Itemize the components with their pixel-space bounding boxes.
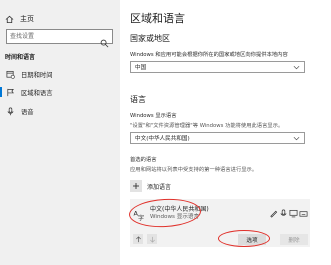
nav-home-label: 主页 — [20, 15, 34, 23]
language-glyph-icon: A字 — [133, 206, 145, 223]
speech-feature-icon — [279, 203, 288, 216]
sidebar-item-label: 日期和时间 — [21, 71, 53, 79]
sidebar-item-date-time[interactable]: 日期和时间 — [0, 66, 120, 82]
move-down-button[interactable] — [147, 234, 157, 244]
move-up-button[interactable] — [133, 234, 143, 244]
home-icon — [4, 14, 14, 24]
keyboard-icon — [299, 203, 308, 217]
sidebar-item-speech[interactable]: 语音 — [0, 103, 120, 119]
chevron-down-icon — [293, 64, 300, 71]
sidebar-item-label: 区域和语言 — [21, 89, 53, 97]
microphone-icon — [5, 106, 15, 116]
add-language-button[interactable]: 添加语言 — [130, 179, 305, 193]
arrow-down-icon — [149, 236, 155, 243]
country-select-value: 中国 — [135, 65, 147, 71]
options-button[interactable]: 选项 — [238, 234, 266, 245]
display-language-description: "设置"和"文件资源管理器"等 Windows 功能将使用此语言显示。 — [130, 123, 284, 129]
search-input[interactable] — [10, 30, 100, 43]
sidebar-item-label: 语音 — [21, 108, 34, 116]
preferred-languages-description: 应用和网站将以列表中受支持的第一种语言进行显示。 — [130, 167, 258, 173]
svg-text:字: 字 — [138, 214, 144, 221]
nav-home[interactable]: 主页 — [4, 12, 34, 26]
region-icon — [5, 87, 15, 97]
language-list-item[interactable]: A字 中文(中华人民共和国) Windows 显示语言 选项 删除 — [130, 199, 310, 247]
display-language-label: Windows 显示语言 — [130, 113, 177, 119]
calendar-clock-icon — [5, 69, 15, 79]
country-heading: 国家或地区 — [130, 34, 170, 43]
country-description: Windows 和应用可能会根据你所在的国家或地区向你提供本地内容 — [130, 52, 288, 58]
main-panel: 区域和语言 国家或地区 Windows 和应用可能会根据你所在的国家或地区向你提… — [120, 0, 331, 265]
country-select[interactable]: 中国 — [130, 61, 305, 73]
search-icon — [100, 33, 109, 48]
preferred-languages-label: 首选的语言 — [130, 157, 157, 163]
display-language-select-value: 中文(中华人民共和国) — [135, 136, 190, 142]
display-language-feature-icon — [289, 203, 298, 218]
page-title: 区域和语言 — [130, 12, 185, 25]
plus-icon — [130, 180, 142, 192]
search-box[interactable] — [6, 29, 113, 48]
chevron-down-icon — [293, 135, 300, 142]
language-heading: 语言 — [130, 95, 146, 104]
language-subtitle: Windows 显示语言 — [150, 214, 200, 220]
arrow-up-icon — [135, 235, 141, 242]
sidebar: 主页 时间和语言 日期和时间 区域和语言 语音 — [0, 0, 120, 265]
sidebar-item-region[interactable]: 区域和语言 — [0, 84, 120, 100]
add-language-label: 添加语言 — [147, 183, 172, 191]
handwriting-icon — [269, 203, 278, 218]
display-language-select[interactable]: 中文(中华人民共和国) — [130, 132, 305, 144]
remove-button[interactable]: 删除 — [280, 234, 308, 245]
sidebar-section-label: 时间和语言 — [5, 54, 36, 61]
